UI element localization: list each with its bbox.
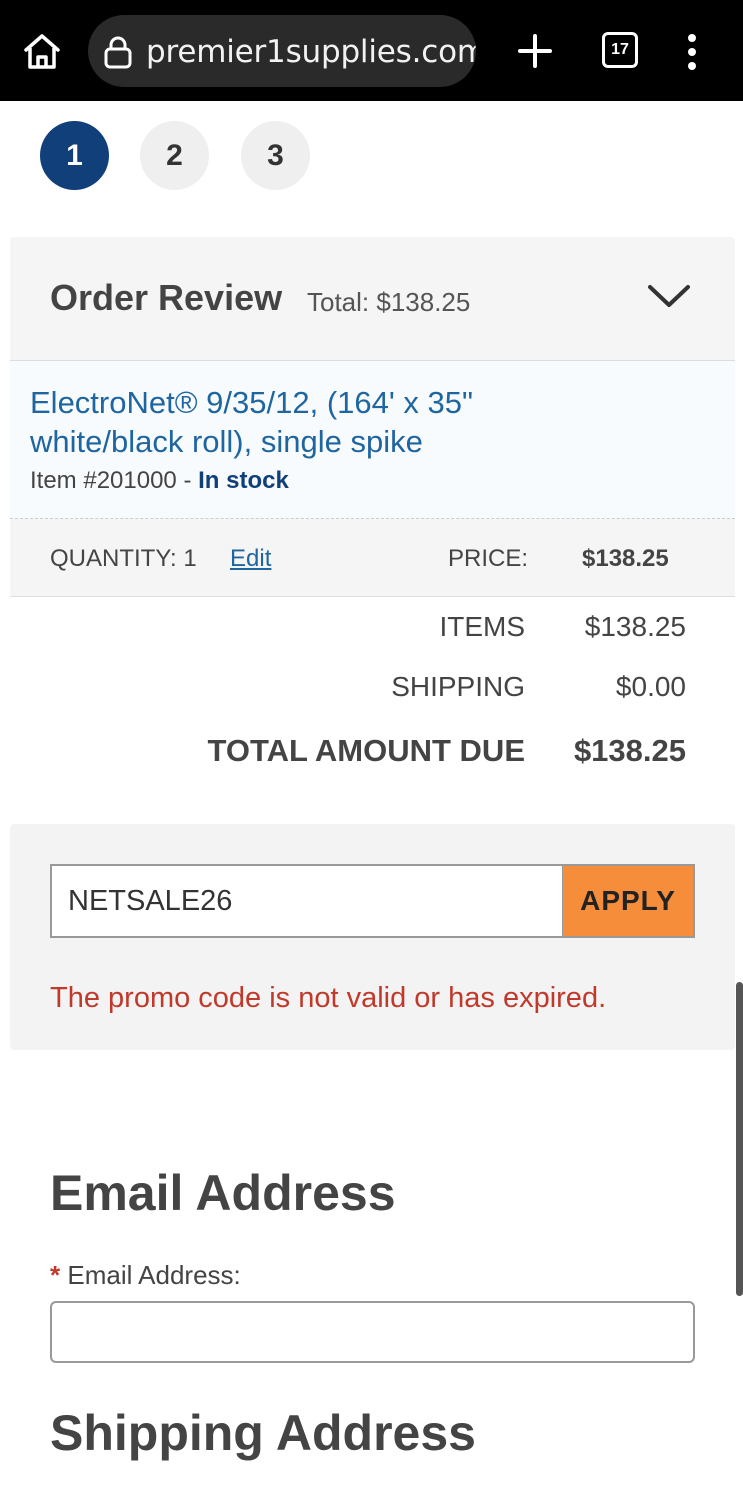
product-link[interactable]: ElectroNet® 9/35/12, (164' x 35" white/b… (30, 383, 630, 461)
more-vertical-icon[interactable] (680, 34, 704, 70)
order-review-title: Order Review (50, 277, 283, 318)
required-marker: * (50, 1260, 61, 1290)
quantity-row: QUANTITY: 1 Edit PRICE: $138.25 (10, 519, 735, 597)
address-bar[interactable]: premier1supplies.com/ (88, 15, 476, 87)
total-due-value: $138.25 (573, 733, 686, 768)
item-meta: Item #201000 - In stock (30, 467, 289, 495)
items-value: $138.25 (584, 611, 686, 642)
price-label: PRICE: (448, 545, 529, 572)
promo-panel: APPLY The promo code is not valid or has… (10, 824, 735, 1050)
email-section-title: Email Address (50, 1165, 396, 1221)
shipping-section-title: Shipping Address (50, 1405, 476, 1461)
email-field[interactable] (50, 1301, 695, 1363)
step-1[interactable]: 1 (40, 121, 109, 190)
email-field-label: * Email Address: (50, 1260, 241, 1291)
edit-quantity-link[interactable]: Edit (230, 545, 271, 573)
scrollbar[interactable] (736, 982, 743, 1296)
lock-icon (102, 35, 134, 69)
shipping-label: SHIPPING (391, 671, 525, 702)
divider (10, 596, 735, 597)
plus-icon[interactable] (514, 30, 556, 72)
order-review-total: Total: $138.25 (307, 287, 471, 317)
item-number: Item #201000 - (30, 467, 199, 494)
step-2[interactable]: 2 (140, 121, 209, 190)
order-review-header[interactable]: Order Review Total: $138.25 (10, 237, 735, 361)
price-value: $138.25 (582, 545, 669, 572)
url-text: premier1supplies.com/ (146, 34, 476, 70)
step-3[interactable]: 3 (241, 121, 310, 190)
stock-status: In stock (198, 467, 289, 494)
apply-promo-button[interactable]: APPLY (563, 864, 695, 938)
order-item: ElectroNet® 9/35/12, (164' x 35" white/b… (10, 361, 735, 519)
promo-code-input[interactable] (50, 864, 564, 938)
email-label-text: Email Address: (67, 1260, 241, 1290)
quantity-label: QUANTITY: 1 (50, 545, 197, 572)
browser-toolbar: premier1supplies.com/ 17 (0, 0, 743, 101)
home-icon[interactable] (20, 30, 64, 74)
promo-error-message: The promo code is not valid or has expir… (50, 982, 607, 1014)
items-label: ITEMS (439, 611, 525, 642)
tab-switcher-icon[interactable]: 17 (602, 32, 638, 68)
total-due-label: TOTAL AMOUNT DUE (207, 733, 525, 768)
chevron-down-icon[interactable] (646, 281, 692, 311)
order-review-panel: Order Review Total: $138.25 ElectroNet® … (10, 237, 735, 597)
shipping-value: $0.00 (615, 671, 686, 702)
